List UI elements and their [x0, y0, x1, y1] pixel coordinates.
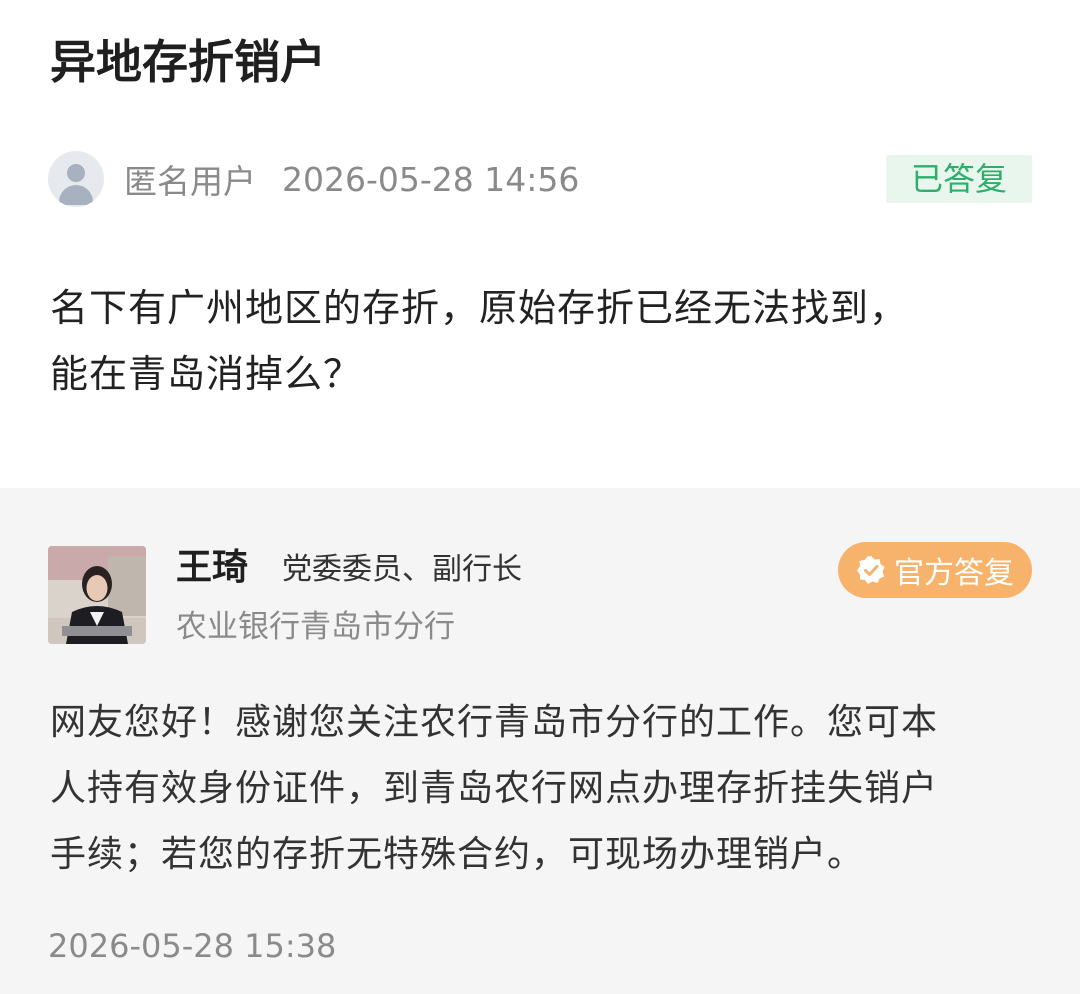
answer-timestamp: 2026-05-28 15:38 [48, 927, 337, 965]
official-badge-label: 官方答复 [894, 556, 1014, 591]
status-badge: 已答复 [886, 155, 1032, 203]
answer-line: 人持有效身份证件，到青岛农行网点办理存折挂失销户 [50, 768, 939, 809]
question-line: 能在青岛消掉么？ [50, 352, 363, 396]
question-timestamp: 2026-05-28 14:56 [282, 159, 580, 199]
official-title: 党委委员、副行长 [282, 552, 522, 587]
official-name: 王琦 [176, 547, 249, 588]
page-title: 异地存折销户 [50, 35, 326, 89]
question-section: 异地存折销户 匿名用户 2026-05-28 14:56 已答复 名下有广州地区… [0, 0, 1080, 488]
official-organization: 农业银行青岛市分行 [176, 609, 455, 645]
question-line: 名下有广州地区的存折，原始存折已经无法找到， [50, 286, 909, 330]
official-avatar [48, 546, 146, 644]
official-reply-badge: 官方答复 [838, 542, 1032, 598]
question-body: 名下有广州地区的存折，原始存折已经无法找到， 能在青岛消掉么？ [50, 275, 1040, 407]
answer-line: 手续；若您的存折无特殊合约，可现场办理销户。 [50, 834, 865, 875]
anonymous-avatar-icon [48, 151, 104, 207]
answer-section: 王琦 党委委员、副行长 农业银行青岛市分行 官方答复 网友您好！感谢您关注农行青… [0, 488, 1080, 994]
question-user: 匿名用户 [124, 162, 256, 201]
checkmark-badge-icon [857, 556, 885, 584]
answer-body: 网友您好！感谢您关注农行青岛市分行的工作。您可本 人持有效身份证件，到青岛农行网… [50, 690, 1040, 888]
message-board-page: 异地存折销户 匿名用户 2026-05-28 14:56 已答复 名下有广州地区… [0, 0, 1080, 994]
question-meta: 匿名用户 2026-05-28 14:56 [48, 150, 579, 208]
answer-line: 网友您好！感谢您关注农行青岛市分行的工作。您可本 [50, 702, 939, 743]
